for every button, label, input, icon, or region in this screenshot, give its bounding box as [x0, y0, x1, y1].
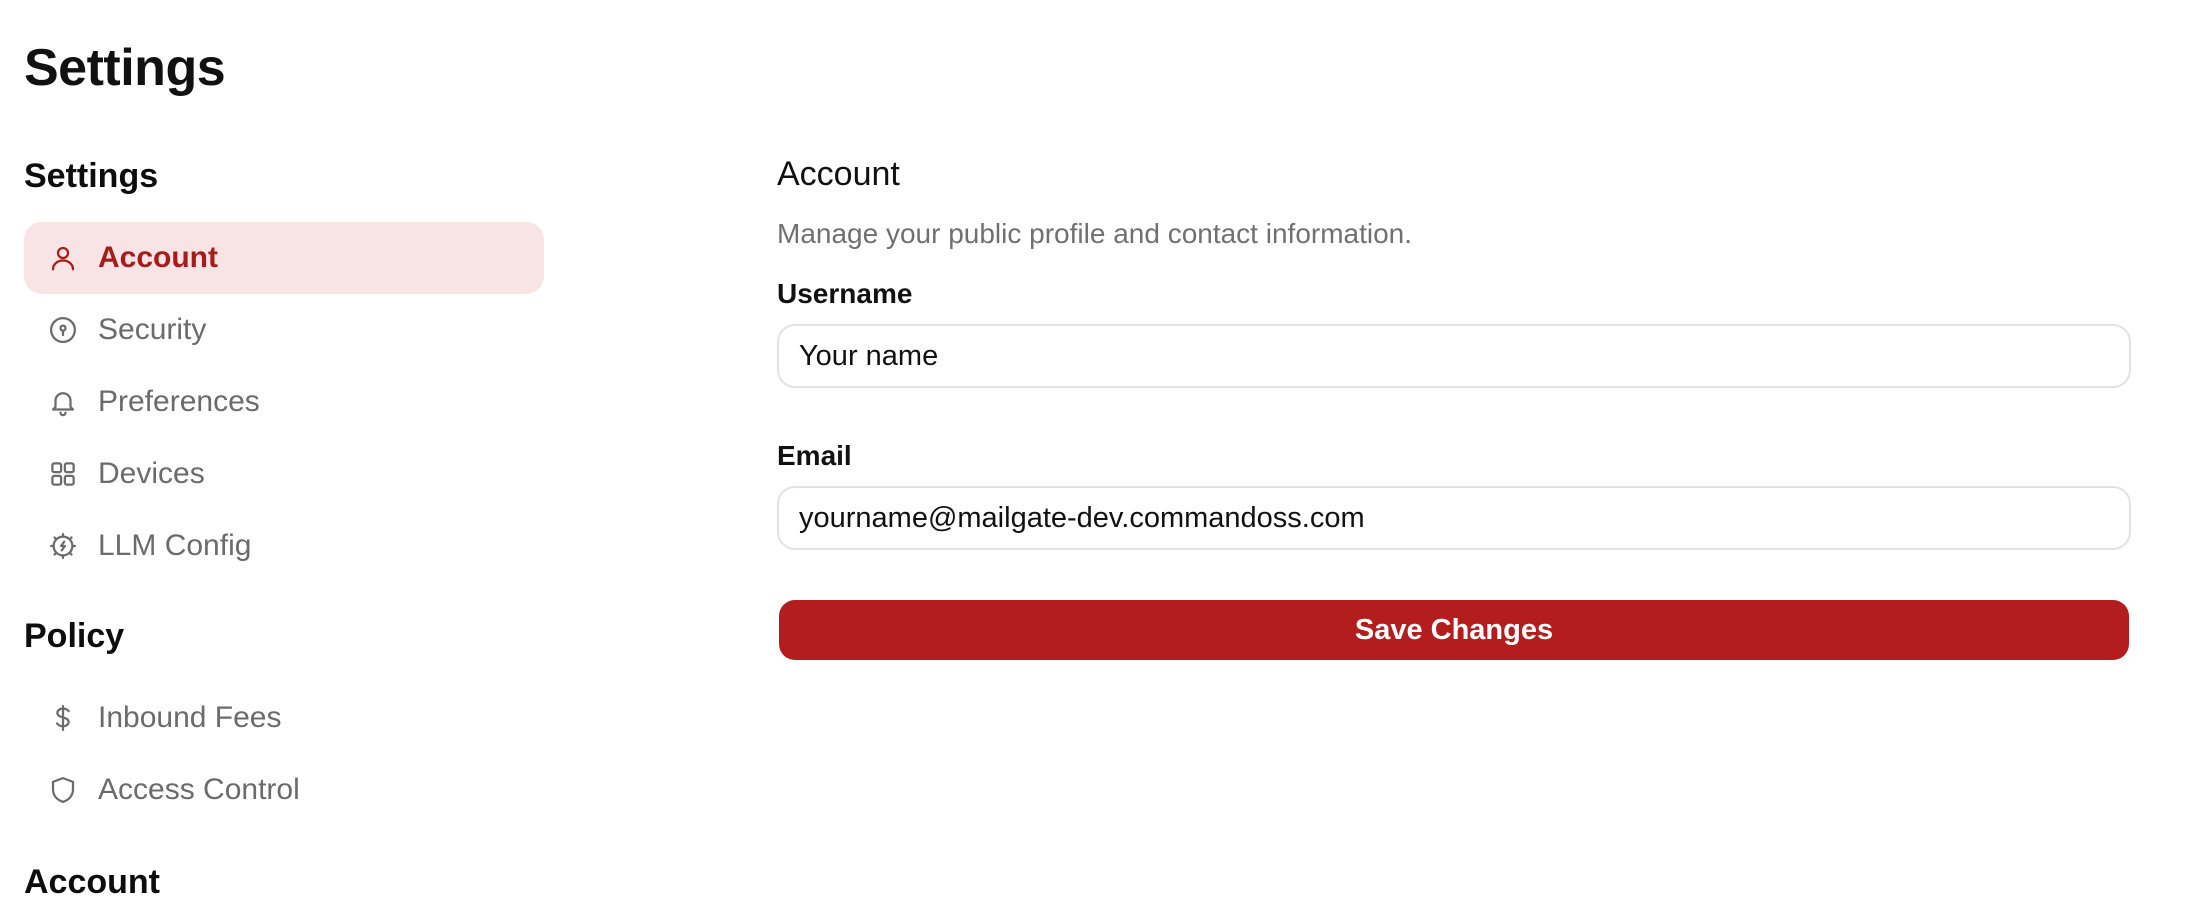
sidebar-item-preferences[interactable]: Preferences	[24, 366, 544, 438]
settings-page: Settings Settings Account Security Prefe…	[0, 0, 2200, 900]
sidebar-heading-settings: Settings	[24, 157, 159, 195]
sidebar-item-label: LLM Config	[98, 529, 252, 562]
username-label: Username	[777, 278, 913, 309]
save-changes-button[interactable]: Save Changes	[779, 600, 2129, 660]
dollar-icon	[48, 703, 78, 733]
page-title: Settings	[24, 39, 226, 97]
user-icon	[48, 243, 78, 273]
section-title: Account	[777, 155, 900, 193]
sidebar-item-label: Security	[98, 313, 207, 346]
cpu-badge-icon	[48, 531, 78, 561]
sidebar-heading-policy: Policy	[24, 617, 125, 655]
sidebar-item-label: Access Control	[98, 773, 300, 806]
email-label: Email	[777, 440, 852, 471]
section-description: Manage your public profile and contact i…	[777, 218, 1413, 249]
shield-icon	[48, 775, 78, 805]
sidebar-item-label: Account	[98, 241, 218, 274]
sidebar-item-devices[interactable]: Devices	[24, 438, 544, 510]
sidebar-item-label: Inbound Fees	[98, 701, 282, 734]
bell-icon	[48, 387, 78, 417]
sidebar-item-access-control[interactable]: Access Control	[24, 754, 544, 826]
settings-sidebar: Settings Account Security Preferences De…	[24, 150, 544, 900]
sidebar-item-label: Preferences	[98, 385, 260, 418]
policy-nav-list: Inbound Fees Access Control	[24, 682, 544, 826]
keyhole-icon	[48, 315, 78, 345]
sidebar-item-security[interactable]: Security	[24, 294, 544, 366]
username-input[interactable]	[777, 324, 2131, 388]
sidebar-item-inbound-fees[interactable]: Inbound Fees	[24, 682, 544, 754]
account-panel: Account Manage your public profile and c…	[777, 150, 2131, 660]
sidebar-heading-account: Account	[24, 863, 160, 900]
sidebar-item-account[interactable]: Account	[24, 222, 544, 294]
email-input[interactable]	[777, 486, 2131, 550]
grid-icon	[48, 459, 78, 489]
sidebar-item-llm-config[interactable]: LLM Config	[24, 510, 544, 582]
sidebar-item-label: Devices	[98, 457, 205, 490]
settings-nav-list: Account Security Preferences Devices LLM…	[24, 222, 544, 582]
